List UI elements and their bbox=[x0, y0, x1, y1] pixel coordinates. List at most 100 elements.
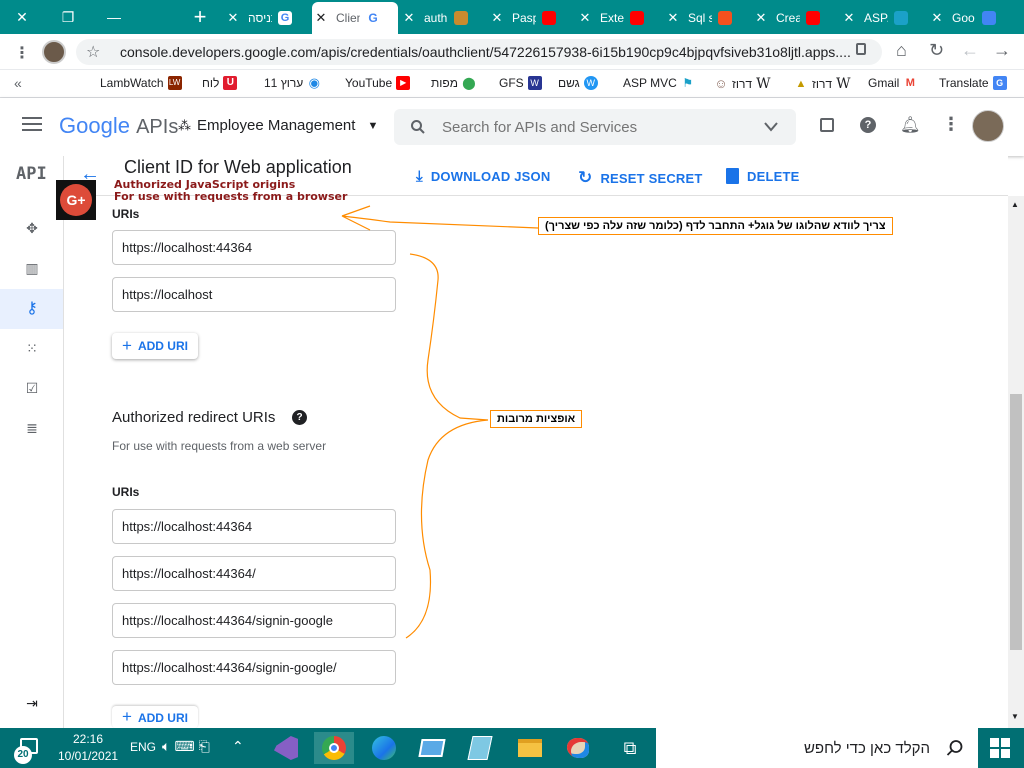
bookmark-star-icon[interactable]: ☆ bbox=[86, 42, 100, 62]
bookmark-rain[interactable]: גשם W bbox=[558, 76, 598, 90]
tab-close-icon[interactable]: ✕ bbox=[224, 10, 242, 26]
search-input[interactable] bbox=[442, 115, 742, 139]
bookmark-label: ערוץ 11 bbox=[264, 76, 304, 90]
tab-2[interactable]: ✕ auth bbox=[400, 2, 486, 34]
bookmark-lambwatch[interactable]: LambWatch LW bbox=[100, 76, 182, 90]
forward-arrow-icon[interactable]: → bbox=[993, 40, 1011, 61]
windows-start-icon[interactable] bbox=[990, 738, 1010, 758]
add-uri-label: ADD URI bbox=[137, 339, 188, 353]
new-tab-button[interactable]: + bbox=[182, 0, 218, 34]
bookmark-druze-1[interactable]: ☺ דרוז W bbox=[714, 76, 770, 92]
tray-chevron-icon[interactable]: ⌃ bbox=[232, 738, 244, 755]
bookmarks-bar: « LambWatch LW לוח U ערוץ 11 ◉ YouTube ▶ מפו… bbox=[0, 70, 1024, 98]
page-usage-icon[interactable]: ≣ bbox=[18, 414, 46, 442]
back-arrow-icon[interactable]: ← bbox=[961, 40, 979, 61]
minimize-window-icon[interactable]: — bbox=[96, 0, 132, 34]
collapse-rail-icon[interactable]: ⇥ bbox=[18, 689, 46, 717]
add-uri-button[interactable]: + ADD URI bbox=[112, 333, 198, 359]
bookmark-label: מפות bbox=[431, 76, 458, 90]
tab-close-icon[interactable]: ✕ bbox=[664, 10, 682, 26]
dashboard-icon[interactable]: ✥ bbox=[18, 214, 46, 242]
action-center[interactable]: 20 bbox=[14, 736, 42, 764]
credentials-key-icon[interactable]: ⚷ bbox=[18, 294, 46, 322]
profile-avatar[interactable] bbox=[42, 40, 66, 64]
reload-icon[interactable]: ↻ bbox=[929, 40, 944, 61]
bookmark-gmail[interactable]: Gmail M bbox=[868, 76, 917, 90]
project-selector[interactable]: ⁂ Employee Management ▼ bbox=[178, 117, 378, 134]
tab-close-icon[interactable]: ✕ bbox=[488, 10, 506, 26]
bookmark-maps[interactable]: מפות ⬤ bbox=[431, 76, 476, 90]
tab-close-icon[interactable]: ✕ bbox=[752, 10, 770, 26]
tab-8[interactable]: ✕ Goo bbox=[928, 2, 1018, 34]
chrome-taskbar-icon[interactable] bbox=[314, 732, 354, 764]
menu-kebab-icon[interactable]: ⋮ bbox=[14, 43, 30, 63]
tab-close-icon[interactable]: ✕ bbox=[400, 10, 418, 26]
bookmark-asp-mvc[interactable]: ASP MVC ⚑ bbox=[623, 76, 695, 90]
bookmark-youtube[interactable]: YouTube ▶ bbox=[345, 76, 411, 90]
clock-date: 10/01/2021 bbox=[58, 749, 119, 763]
system-tray-icons[interactable]: 🔈︎⌨︎⎗ bbox=[162, 738, 214, 755]
tab-close-icon[interactable]: ✕ bbox=[576, 10, 594, 26]
tab-3[interactable]: ✕ Pasp bbox=[488, 2, 574, 34]
bookmark-gfs[interactable]: GFS W bbox=[499, 76, 542, 90]
tab-5[interactable]: ✕ Sql s bbox=[664, 2, 750, 34]
paint-icon[interactable] bbox=[558, 732, 598, 764]
tab-6[interactable]: ✕ Crea bbox=[752, 2, 838, 34]
app-taskbar-icon[interactable] bbox=[412, 732, 452, 764]
google-apis-logo[interactable]: Google APIs bbox=[59, 113, 178, 139]
more-options-icon[interactable]: ⋮ bbox=[942, 114, 960, 135]
tab-7[interactable]: ✕ ASP. bbox=[840, 2, 926, 34]
bookmark-channel11[interactable]: ערוץ 11 ◉ bbox=[264, 76, 321, 91]
tab-close-icon[interactable]: ✕ bbox=[840, 10, 858, 26]
help-icon[interactable]: ? bbox=[292, 410, 307, 425]
url-text[interactable]: console.developers.google.com/apis/crede… bbox=[120, 44, 860, 60]
visual-studio-icon[interactable] bbox=[266, 732, 306, 764]
gift-icon[interactable] bbox=[820, 118, 834, 132]
reset-secret-button[interactable]: ↻ RESET SECRET bbox=[578, 168, 703, 188]
omnibox[interactable]: ☆ console.developers.google.com/apis/cre… bbox=[76, 39, 882, 65]
tab-title: Goo bbox=[952, 11, 975, 25]
tab-1-active[interactable]: ✕ Clien G bbox=[312, 2, 398, 34]
page-scrollbar[interactable]: ▲ ▼ bbox=[1008, 196, 1024, 728]
edge-taskbar-icon[interactable] bbox=[364, 732, 404, 764]
oauth-consent-icon[interactable]: ⁙ bbox=[18, 334, 46, 362]
translate-icon: G bbox=[992, 76, 1007, 90]
help-icon[interactable]: ? bbox=[860, 117, 876, 133]
file-explorer-icon[interactable] bbox=[510, 732, 550, 764]
language-indicator[interactable]: ENG bbox=[130, 740, 156, 754]
scrollbar-thumb[interactable] bbox=[1010, 394, 1022, 650]
delete-button[interactable]: DELETE bbox=[726, 168, 799, 184]
domain-verification-icon[interactable]: ☑ bbox=[18, 374, 46, 402]
download-json-button[interactable]: ⤓ DOWNLOAD JSON bbox=[416, 168, 550, 185]
scroll-up-icon[interactable]: ▲ bbox=[1011, 200, 1019, 209]
close-window-icon[interactable]: ✕ bbox=[4, 0, 40, 34]
clock[interactable]: 22:16 10/01/2021 bbox=[58, 731, 118, 765]
bookmark-luach[interactable]: לוח U bbox=[202, 76, 238, 90]
app-taskbar-icon[interactable] bbox=[460, 732, 500, 764]
add-uri-button[interactable]: + ADD URI bbox=[112, 706, 198, 728]
bookmark-translate[interactable]: Translate G bbox=[939, 76, 1007, 90]
bookmark-druze-2[interactable]: ▲ דרוז W bbox=[794, 76, 851, 92]
google-favicon-icon: G bbox=[368, 11, 378, 25]
bookmarks-overflow-icon[interactable]: « bbox=[14, 75, 22, 91]
home-icon[interactable]: ⌂ bbox=[896, 40, 907, 61]
search-icon bbox=[946, 740, 963, 756]
tab-4[interactable]: ✕ Exte bbox=[576, 2, 662, 34]
redirect-uri-field[interactable]: https://localhost:44364/signin-google/ bbox=[112, 650, 396, 685]
search-box[interactable] bbox=[394, 109, 796, 145]
tab-close-icon[interactable]: ✕ bbox=[312, 10, 330, 26]
scroll-down-icon[interactable]: ▼ bbox=[1011, 712, 1019, 721]
plus-icon: + bbox=[122, 707, 132, 726]
library-icon[interactable]: ▥ bbox=[18, 254, 46, 282]
bookmark-label: ASP MVC bbox=[623, 76, 677, 90]
hamburger-menu-icon[interactable] bbox=[22, 117, 42, 131]
google-favicon-icon: G bbox=[278, 11, 292, 25]
chevron-down-icon[interactable] bbox=[764, 122, 778, 132]
restore-window-icon[interactable]: ❐ bbox=[50, 0, 86, 34]
task-view-icon[interactable]: ⧉ bbox=[610, 732, 650, 764]
taskbar-search[interactable]: הקלד כאן כדי לחפש bbox=[656, 728, 978, 768]
account-avatar[interactable] bbox=[972, 110, 1004, 142]
tab-close-icon[interactable]: ✕ bbox=[928, 10, 946, 26]
tab-0[interactable]: ✕ כניסה G bbox=[224, 2, 310, 34]
notifications-bell-icon[interactable]: 🔔︎ bbox=[900, 115, 920, 135]
